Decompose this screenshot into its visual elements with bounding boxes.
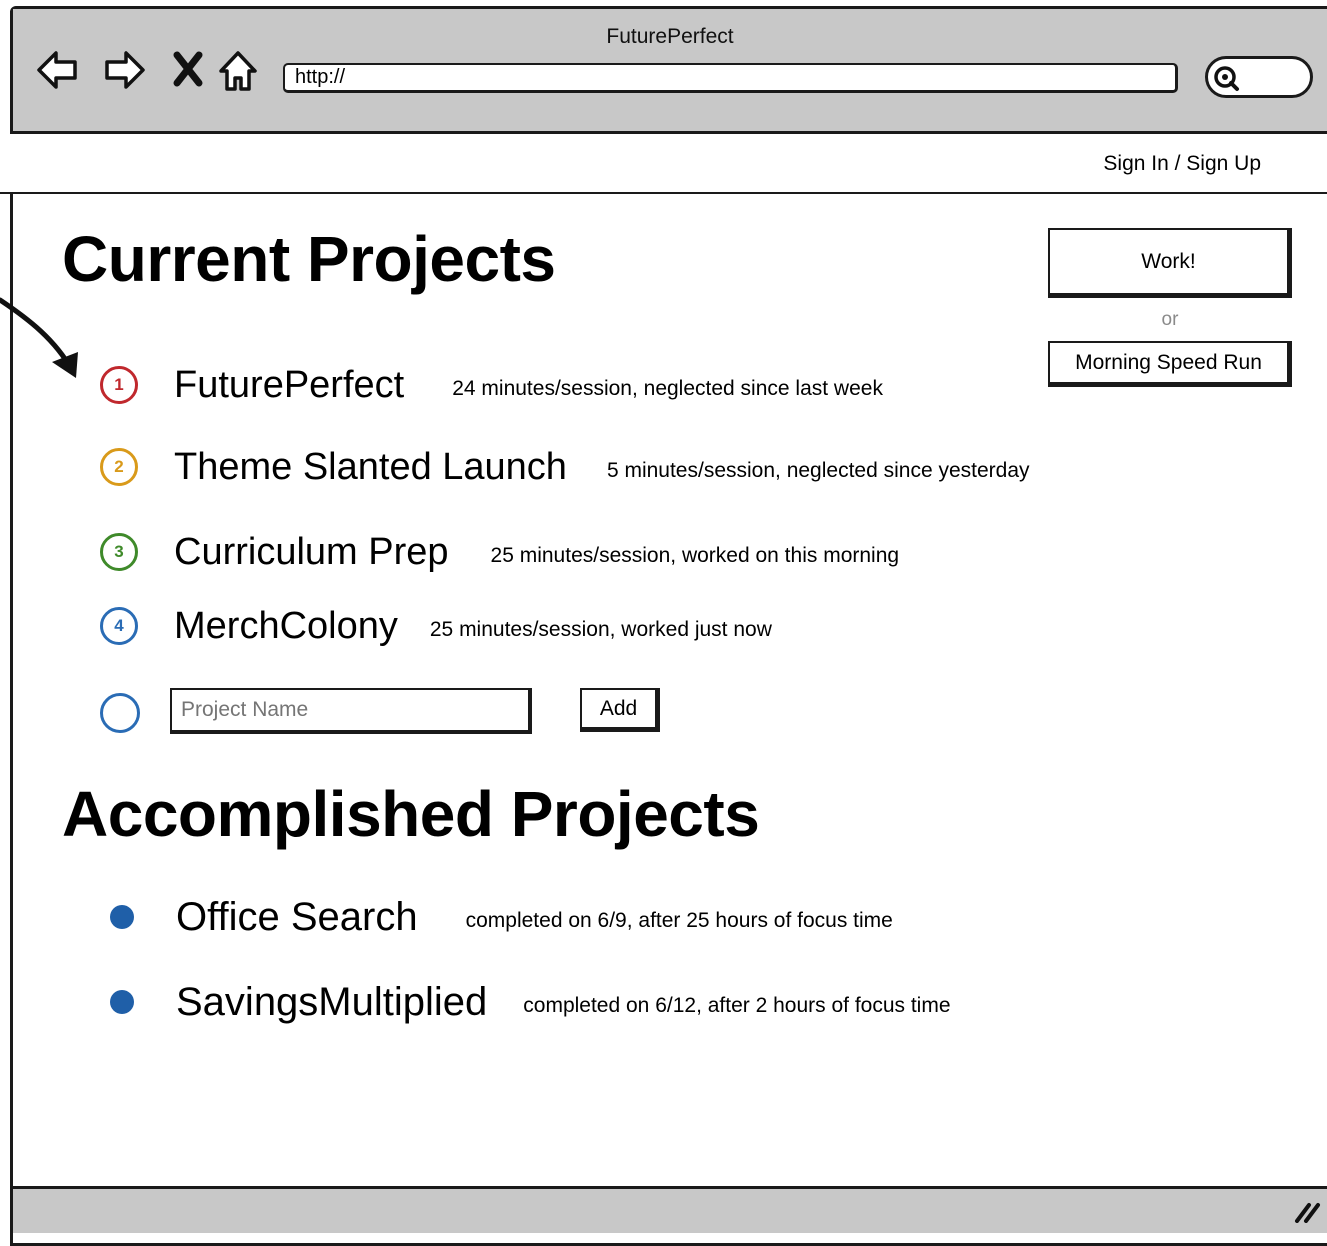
accomplished-projects-heading: Accomplished Projects — [62, 778, 760, 850]
accomplished-meta: completed on 6/12, after 2 hours of focu… — [523, 994, 951, 1017]
project-item[interactable]: 4 MerchColony 25 minutes/session, worked… — [100, 603, 772, 649]
forward-arrow-icon[interactable] — [104, 47, 146, 93]
empty-priority-icon — [100, 693, 140, 733]
priority-1-icon: 1 — [100, 366, 138, 404]
or-separator: or — [1161, 309, 1179, 330]
stop-x-icon[interactable] — [172, 47, 204, 93]
app-header: Sign In / Sign Up — [0, 134, 1327, 194]
resize-grip-icon[interactable] — [1293, 1195, 1321, 1223]
morning-speed-run-button[interactable]: Morning Speed Run — [1048, 341, 1292, 387]
project-meta: 24 minutes/session, neglected since last… — [452, 377, 883, 400]
accomplished-item[interactable]: SavingsMultiplied completed on 6/12, aft… — [110, 977, 951, 1027]
window-title: FuturePerfect — [606, 25, 734, 48]
sign-in-link[interactable]: Sign In / Sign Up — [1103, 152, 1261, 176]
project-item[interactable]: 2 Theme Slanted Launch 5 minutes/session… — [100, 444, 1030, 490]
status-bar — [13, 1186, 1327, 1233]
accomplished-item[interactable]: Office Search completed on 6/9, after 25… — [110, 892, 893, 942]
browser-search-field[interactable] — [1205, 56, 1313, 98]
priority-3-icon: 3 — [100, 533, 138, 571]
accomplished-name[interactable]: Office Search — [176, 895, 418, 940]
priority-2-icon: 2 — [100, 448, 138, 486]
bullet-icon — [110, 990, 134, 1014]
project-name[interactable]: MerchColony — [174, 605, 398, 648]
address-bar[interactable] — [283, 63, 1178, 93]
project-name[interactable]: FuturePerfect — [174, 364, 404, 407]
priority-4-icon: 4 — [100, 607, 138, 645]
bullet-icon — [110, 905, 134, 929]
accomplished-name[interactable]: SavingsMultiplied — [176, 980, 487, 1025]
project-name[interactable]: Theme Slanted Launch — [174, 446, 567, 489]
home-icon[interactable] — [217, 47, 259, 93]
project-meta: 5 minutes/session, neglected since yeste… — [606, 459, 1030, 482]
project-name-input[interactable] — [170, 688, 532, 734]
annotation-arrow-icon — [0, 297, 78, 378]
work-button[interactable]: Work! — [1048, 228, 1292, 298]
project-meta: 25 minutes/session, worked on this morni… — [490, 544, 900, 567]
current-projects-heading: Current Projects — [62, 223, 556, 295]
project-meta: 25 minutes/session, worked just now — [429, 618, 772, 641]
project-name[interactable]: Curriculum Prep — [174, 531, 449, 574]
project-item[interactable]: 1 FuturePerfect 24 minutes/session, negl… — [100, 362, 883, 408]
back-arrow-icon[interactable] — [36, 47, 78, 93]
search-icon — [1214, 66, 1239, 91]
add-project-button[interactable]: Add — [580, 688, 660, 732]
accomplished-meta: completed on 6/9, after 25 hours of focu… — [465, 909, 893, 932]
project-item[interactable]: 3 Curriculum Prep 25 minutes/session, wo… — [100, 529, 899, 575]
